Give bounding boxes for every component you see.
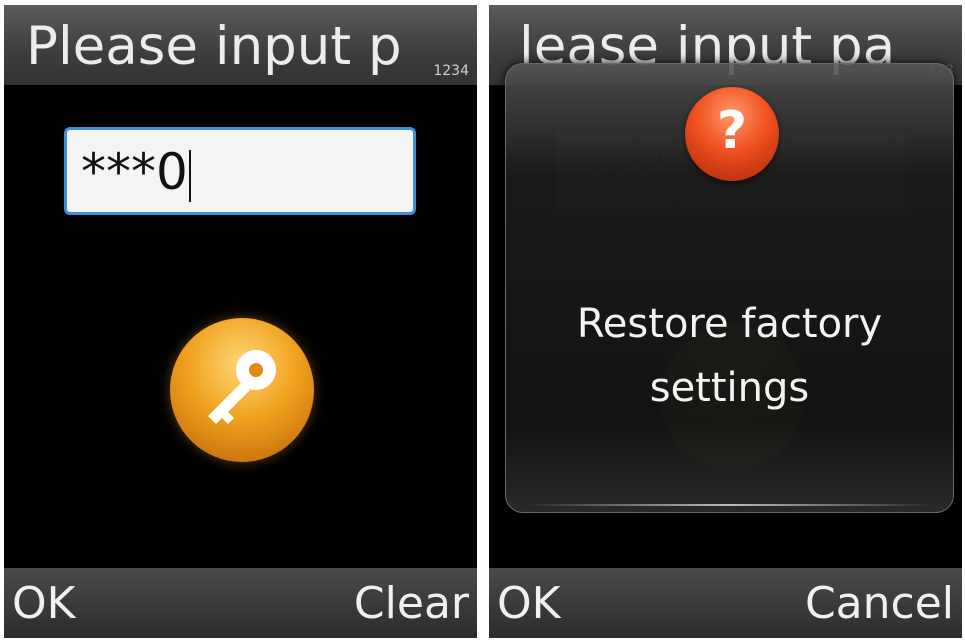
password-screen: Please input p 1234 ***0 OK Clear bbox=[4, 5, 477, 638]
password-input[interactable]: ***0 bbox=[64, 127, 416, 215]
cancel-softkey[interactable]: Cancel bbox=[805, 576, 954, 632]
password-value: ***0 bbox=[81, 143, 188, 201]
page-title: Please input p bbox=[26, 16, 402, 77]
softkey-bar: OK Cancel bbox=[489, 568, 962, 638]
restore-dialog-screen: lease input pa 123 **** Restore factory … bbox=[489, 5, 962, 638]
key-icon bbox=[170, 318, 314, 462]
question-icon: ? bbox=[685, 87, 779, 181]
title-bar: Please input p 1234 bbox=[4, 5, 477, 85]
input-mode-indicator: 1234 bbox=[433, 63, 469, 79]
text-caret bbox=[188, 149, 191, 202]
ok-softkey[interactable]: OK bbox=[12, 576, 76, 632]
softkey-bar: OK Clear bbox=[4, 568, 477, 638]
clear-softkey[interactable]: Clear bbox=[354, 576, 469, 632]
dialog-divider bbox=[526, 504, 933, 506]
ok-softkey[interactable]: OK bbox=[497, 576, 561, 632]
dialog-message: Restore factory settings bbox=[576, 301, 883, 411]
